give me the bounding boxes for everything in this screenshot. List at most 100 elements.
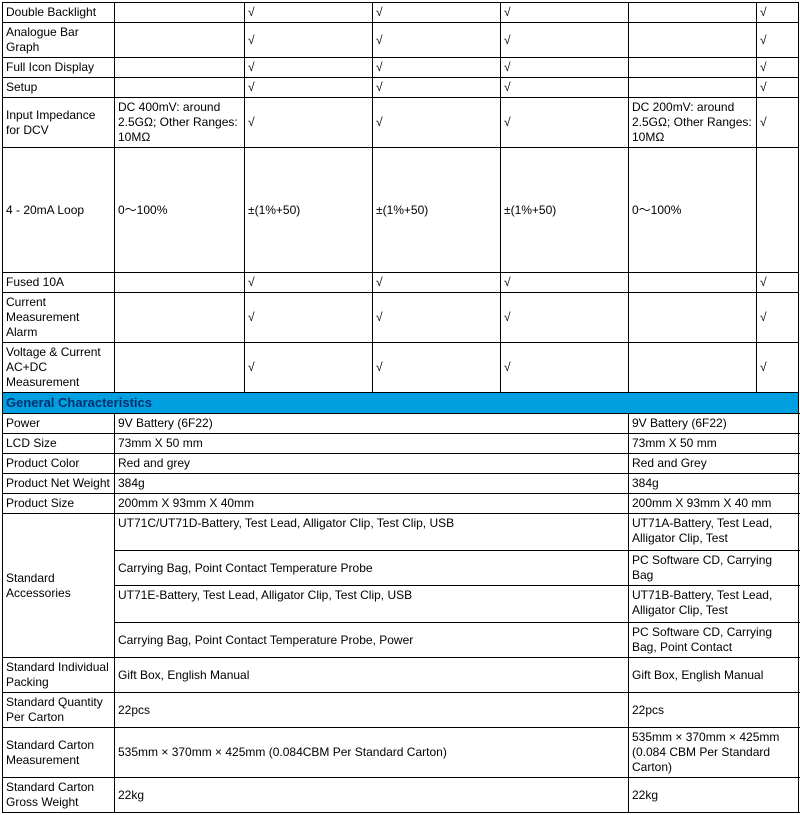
cell: Gift Box, English Manual — [115, 658, 629, 693]
cell: √ — [245, 3, 373, 23]
cell — [115, 273, 245, 293]
cell: √ — [757, 343, 799, 393]
cell: √ — [501, 58, 629, 78]
cell: √ — [501, 78, 629, 98]
cell: 22kg — [629, 778, 799, 813]
cell: √ — [757, 58, 799, 78]
section-header: General Characteristics — [3, 393, 799, 414]
cell — [629, 293, 757, 343]
cell — [115, 3, 245, 23]
row-analogue-bar: Analogue Bar Graph √ √ √ √ √ — [3, 23, 799, 58]
cell — [115, 78, 245, 98]
row-size: Product Size 200mm X 93mm X 40mm 200mm X… — [3, 494, 799, 514]
cell: 200mm X 93mm X 40mm — [115, 494, 629, 514]
label: Voltage & Current AC+DC Measurement — [3, 343, 115, 393]
cell — [629, 3, 757, 23]
row-acc-4: Carrying Bag, Point Contact Temperature … — [3, 623, 799, 658]
label: Setup — [3, 78, 115, 98]
cell — [629, 343, 757, 393]
cell — [115, 23, 245, 58]
cell: PC Software CD, Carrying Bag, Point Cont… — [629, 623, 799, 658]
row-loop: 4 - 20mA Loop 0～100% ±(1%+50) ±(1%+50) ±… — [3, 148, 799, 273]
cell: Red and Grey — [629, 454, 799, 474]
label: Standard Carton Measurement — [3, 728, 115, 778]
cell: √ — [245, 343, 373, 393]
row-fused: Fused 10A √ √ √ √ √ — [3, 273, 799, 293]
label: 4 - 20mA Loop — [3, 148, 115, 273]
cell: √ — [757, 23, 799, 58]
cell: 535mm × 370mm × 425mm (0.084 CBM Per Sta… — [629, 728, 799, 778]
row-general-header: General Characteristics — [3, 393, 799, 414]
cell: PC Software CD, Carrying Bag — [629, 551, 799, 586]
label: Current Measurement Alarm — [3, 293, 115, 343]
label: LCD Size — [3, 434, 115, 454]
cell — [115, 293, 245, 343]
cell: √ — [757, 98, 799, 148]
row-full-icon: Full Icon Display √ √ √ √ √ — [3, 58, 799, 78]
cell — [629, 78, 757, 98]
cell: 22pcs — [629, 693, 799, 728]
cell: 384g — [629, 474, 799, 494]
cell: √ — [245, 273, 373, 293]
cell: Red and grey — [115, 454, 629, 474]
cell: Carrying Bag, Point Contact Temperature … — [115, 623, 629, 658]
label: Full Icon Display — [3, 58, 115, 78]
label: Product Color — [3, 454, 115, 474]
row-double-backlight: Double Backlight √ √ √ √ √ — [3, 3, 799, 23]
cell: DC 400mV: around 2.5GΩ; Other Ranges: 10… — [115, 98, 245, 148]
cell: 0～100% — [629, 148, 757, 273]
row-acc-2: Carrying Bag, Point Contact Temperature … — [3, 551, 799, 586]
cell: ±(1%+50) — [245, 148, 373, 273]
cell: 9V Battery (6F22) — [629, 414, 799, 434]
row-setup: Setup √ √ √ √ √ — [3, 78, 799, 98]
label: Standard Carton Gross Weight — [3, 778, 115, 813]
cell: √ — [245, 58, 373, 78]
cell: 22pcs — [115, 693, 629, 728]
cell: √ — [373, 78, 501, 98]
row-acc-1: Standard Accessories UT71C/UT71D-Battery… — [3, 514, 799, 551]
row-packing: Standard Individual Packing Gift Box, En… — [3, 658, 799, 693]
cell: √ — [373, 273, 501, 293]
row-lcd: LCD Size 73mm X 50 mm 73mm X 50 mm — [3, 434, 799, 454]
label: Standard Quantity Per Carton — [3, 693, 115, 728]
label: Fused 10A — [3, 273, 115, 293]
cell: 200mm X 93mm X 40 mm — [629, 494, 799, 514]
cell: 73mm X 50 mm — [115, 434, 629, 454]
row-power: Power 9V Battery (6F22) 9V Battery (6F22… — [3, 414, 799, 434]
row-qty: Standard Quantity Per Carton 22pcs 22pcs — [3, 693, 799, 728]
cell: 9V Battery (6F22) — [115, 414, 629, 434]
label: Product Size — [3, 494, 115, 514]
cell: √ — [245, 78, 373, 98]
cell: √ — [501, 3, 629, 23]
cell: √ — [373, 3, 501, 23]
cell: √ — [501, 293, 629, 343]
cell: √ — [757, 3, 799, 23]
cell: 0～100% — [115, 148, 245, 273]
cell — [757, 148, 799, 273]
row-color: Product Color Red and grey Red and Grey — [3, 454, 799, 474]
cell — [115, 58, 245, 78]
label: Input Impedance for DCV — [3, 98, 115, 148]
cell: √ — [373, 293, 501, 343]
cell: 384g — [115, 474, 629, 494]
row-gross: Standard Carton Gross Weight 22kg 22kg — [3, 778, 799, 813]
label: Standard Individual Packing — [3, 658, 115, 693]
cell — [629, 23, 757, 58]
row-carton: Standard Carton Measurement 535mm × 370m… — [3, 728, 799, 778]
cell — [629, 58, 757, 78]
label: Standard Accessories — [3, 514, 115, 658]
cell: √ — [373, 98, 501, 148]
cell: UT71E-Battery, Test Lead, Alligator Clip… — [115, 586, 629, 623]
cell: √ — [757, 293, 799, 343]
label: Product Net Weight — [3, 474, 115, 494]
cell: UT71B-Battery, Test Lead, Alligator Clip… — [629, 586, 799, 623]
cell: UT71C/UT71D-Battery, Test Lead, Alligato… — [115, 514, 629, 551]
cell: √ — [373, 343, 501, 393]
label: Power — [3, 414, 115, 434]
cell: 73mm X 50 mm — [629, 434, 799, 454]
label: Analogue Bar Graph — [3, 23, 115, 58]
cell: ±(1%+50) — [373, 148, 501, 273]
row-acc-3: UT71E-Battery, Test Lead, Alligator Clip… — [3, 586, 799, 623]
cell: √ — [757, 78, 799, 98]
cell: √ — [501, 273, 629, 293]
